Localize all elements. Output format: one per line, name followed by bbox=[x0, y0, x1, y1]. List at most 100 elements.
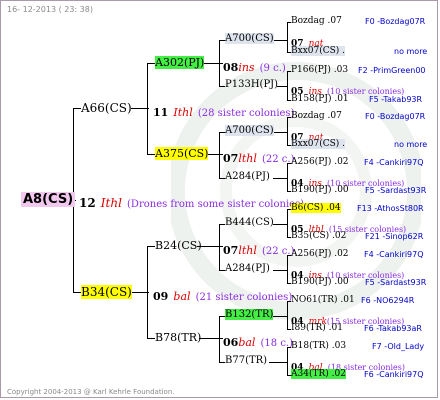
ancestor-ref[interactable]: F6 -Cankiri97Q bbox=[364, 370, 424, 379]
ancestor-name[interactable]: B190(PJ) .00 bbox=[291, 185, 349, 195]
colony-a284-1[interactable]: A284(PJ) bbox=[225, 171, 270, 182]
colony-b78[interactable]: B78(TR) bbox=[155, 331, 201, 344]
ancestor-name[interactable]: NO61(TR) .01 bbox=[291, 295, 355, 305]
connector bbox=[287, 209, 288, 238]
sire-info: 11 Ithl (28 sister colonies) bbox=[153, 101, 294, 120]
ancestor-ref[interactable]: no more bbox=[394, 140, 427, 149]
ancestor-name[interactable]: I89(TR) .01 bbox=[291, 323, 343, 333]
connector bbox=[73, 108, 81, 109]
b78-info: 06bal (18 c.) bbox=[223, 331, 293, 350]
ancestor-ref[interactable]: F13 -AthosSt80R bbox=[357, 204, 424, 213]
a375-queen: lthl bbox=[238, 152, 257, 165]
ancestor-name[interactable]: P166(PJ) .03 bbox=[291, 65, 348, 75]
ancestor-name[interactable]: Bxx07(CS) . bbox=[291, 139, 346, 149]
b24-queen: lthl bbox=[238, 244, 257, 257]
colony-a302[interactable]: A302(PJ) bbox=[155, 56, 205, 69]
ancestor-ref[interactable]: F21 -Sinop62R bbox=[365, 232, 423, 241]
dam-info: 09 bal (21 sister colonies) bbox=[153, 285, 292, 304]
connector bbox=[147, 246, 148, 338]
dam-sisters: (21 sister colonies) bbox=[195, 292, 293, 303]
connector bbox=[147, 63, 148, 155]
sire-sisters: (28 sister colonies) bbox=[197, 108, 295, 119]
connector bbox=[147, 338, 155, 339]
a375-sisters: (22 c.) bbox=[261, 154, 295, 165]
ancestor-name[interactable]: B190(PJ) .00 bbox=[291, 277, 349, 287]
connector bbox=[219, 40, 220, 87]
colony-b24[interactable]: B24(CS) bbox=[155, 239, 202, 252]
ancestor-name[interactable]: Bxx07(CS) . bbox=[291, 46, 346, 56]
ancestor-name[interactable]: Bozdag .07 bbox=[291, 111, 342, 121]
ancestor-ref[interactable]: F6 -Takab93aR bbox=[364, 324, 422, 333]
root-note: (Drones from some sister colonies) bbox=[127, 199, 305, 210]
ancestor-ref[interactable]: F7 -Old_Lady bbox=[372, 342, 424, 351]
ancestor-name[interactable]: A256(PJ) .02 bbox=[291, 249, 349, 259]
connector bbox=[287, 255, 288, 284]
ancestor-name[interactable]: A256(PJ) .02 bbox=[291, 157, 349, 167]
root-colony[interactable]: A8(CS) bbox=[21, 192, 76, 207]
ancestor-name[interactable]: B158(PJ) .01 bbox=[291, 94, 349, 104]
root-info: 12 Ithl (Drones from some sister colonie… bbox=[79, 192, 304, 211]
root-year: 12 bbox=[79, 196, 96, 210]
connector bbox=[287, 117, 288, 146]
connector bbox=[219, 132, 220, 179]
ancestor-ref[interactable]: F0 -Bozdag07R bbox=[365, 112, 425, 121]
ancestor-ref[interactable]: F6 -NO6294R bbox=[361, 296, 414, 305]
a302-sisters: (9 c.) bbox=[259, 63, 286, 74]
b24-sisters: (22 c.) bbox=[261, 246, 295, 257]
ancestor-name[interactable]: A34(TR) .02 bbox=[291, 369, 346, 379]
ancestor-ref[interactable]: no more bbox=[394, 47, 427, 56]
a375-year: 07 bbox=[223, 152, 239, 165]
colony-a700-2[interactable]: A700(CS) bbox=[225, 125, 274, 136]
ancestor-ref[interactable]: F0 -Bozdag07R bbox=[365, 17, 425, 26]
date-stamp: 16- 12-2013 ( 23: 38) bbox=[7, 5, 93, 14]
colony-p133h[interactable]: P133H(PJ) bbox=[225, 79, 278, 90]
b78-queen: bal bbox=[238, 336, 256, 349]
colony-b132[interactable]: B132(TR) bbox=[225, 309, 274, 320]
ancestor-ref[interactable]: F5 -Sardast93R bbox=[365, 186, 426, 195]
b24-year: 07 bbox=[223, 244, 239, 257]
connector bbox=[273, 270, 288, 271]
sire-colony[interactable]: A66(CS) bbox=[81, 101, 132, 115]
connector bbox=[129, 292, 149, 293]
ancestor-ref[interactable]: F5 -Sardast93R bbox=[365, 278, 426, 287]
connector bbox=[287, 163, 288, 192]
ancestor-name[interactable]: B6(CS) .04 bbox=[291, 203, 341, 213]
ancestor-name[interactable]: B18(TR) .03 bbox=[291, 341, 346, 351]
connector bbox=[287, 301, 288, 330]
connector bbox=[147, 63, 155, 64]
ancestor-ref[interactable]: F4 -Cankiri97Q bbox=[364, 250, 424, 259]
dam-colony[interactable]: B34(CS) bbox=[81, 285, 132, 299]
a302-info: 08ins (9 c.) bbox=[223, 56, 286, 75]
connector bbox=[269, 362, 288, 363]
colony-a700-1[interactable]: A700(CS) bbox=[225, 33, 274, 44]
colony-b444[interactable]: B444(CS) bbox=[225, 217, 274, 228]
colony-a284-2[interactable]: A284(PJ) bbox=[225, 263, 270, 274]
ancestor-name[interactable]: Bozdag .07 bbox=[291, 16, 342, 26]
b24-info: 07lthl (22 c.) bbox=[223, 239, 294, 258]
connector bbox=[287, 22, 288, 53]
ancestor-ref[interactable]: F4 -Cankiri97Q bbox=[364, 158, 424, 167]
colony-a375[interactable]: A375(CS) bbox=[155, 147, 209, 160]
connector bbox=[287, 347, 288, 376]
a302-queen: ins bbox=[238, 61, 255, 74]
dam-queen: bal bbox=[173, 290, 191, 303]
connector bbox=[219, 316, 220, 363]
a302-year: 08 bbox=[223, 61, 239, 74]
b78-sisters: (18 c.) bbox=[260, 338, 294, 349]
colony-b77[interactable]: B77(TR) bbox=[225, 355, 267, 366]
connector bbox=[287, 71, 288, 101]
connector bbox=[147, 246, 155, 247]
connector bbox=[273, 316, 288, 317]
ancestor-ref[interactable]: F2 -PrimGreen00 bbox=[358, 66, 426, 75]
ancestor-ref[interactable]: F5 -Takab93R bbox=[369, 95, 422, 104]
connector bbox=[147, 154, 155, 155]
sire-year: 11 bbox=[153, 106, 169, 119]
ancestor-name[interactable]: B35(CS) .02 bbox=[291, 231, 346, 241]
connector bbox=[273, 132, 288, 133]
b78-year: 06 bbox=[223, 336, 239, 349]
root-queen: Ithl bbox=[100, 196, 122, 210]
connector bbox=[219, 224, 220, 271]
pedigree-frame: 16- 12-2013 ( 23: 38) A8(CS) 12 Ithl (Dr… bbox=[0, 0, 438, 398]
copyright: Copyright 2004-2013 @ Karl Kehrle Founda… bbox=[7, 388, 175, 396]
dam-year: 09 bbox=[153, 290, 169, 303]
